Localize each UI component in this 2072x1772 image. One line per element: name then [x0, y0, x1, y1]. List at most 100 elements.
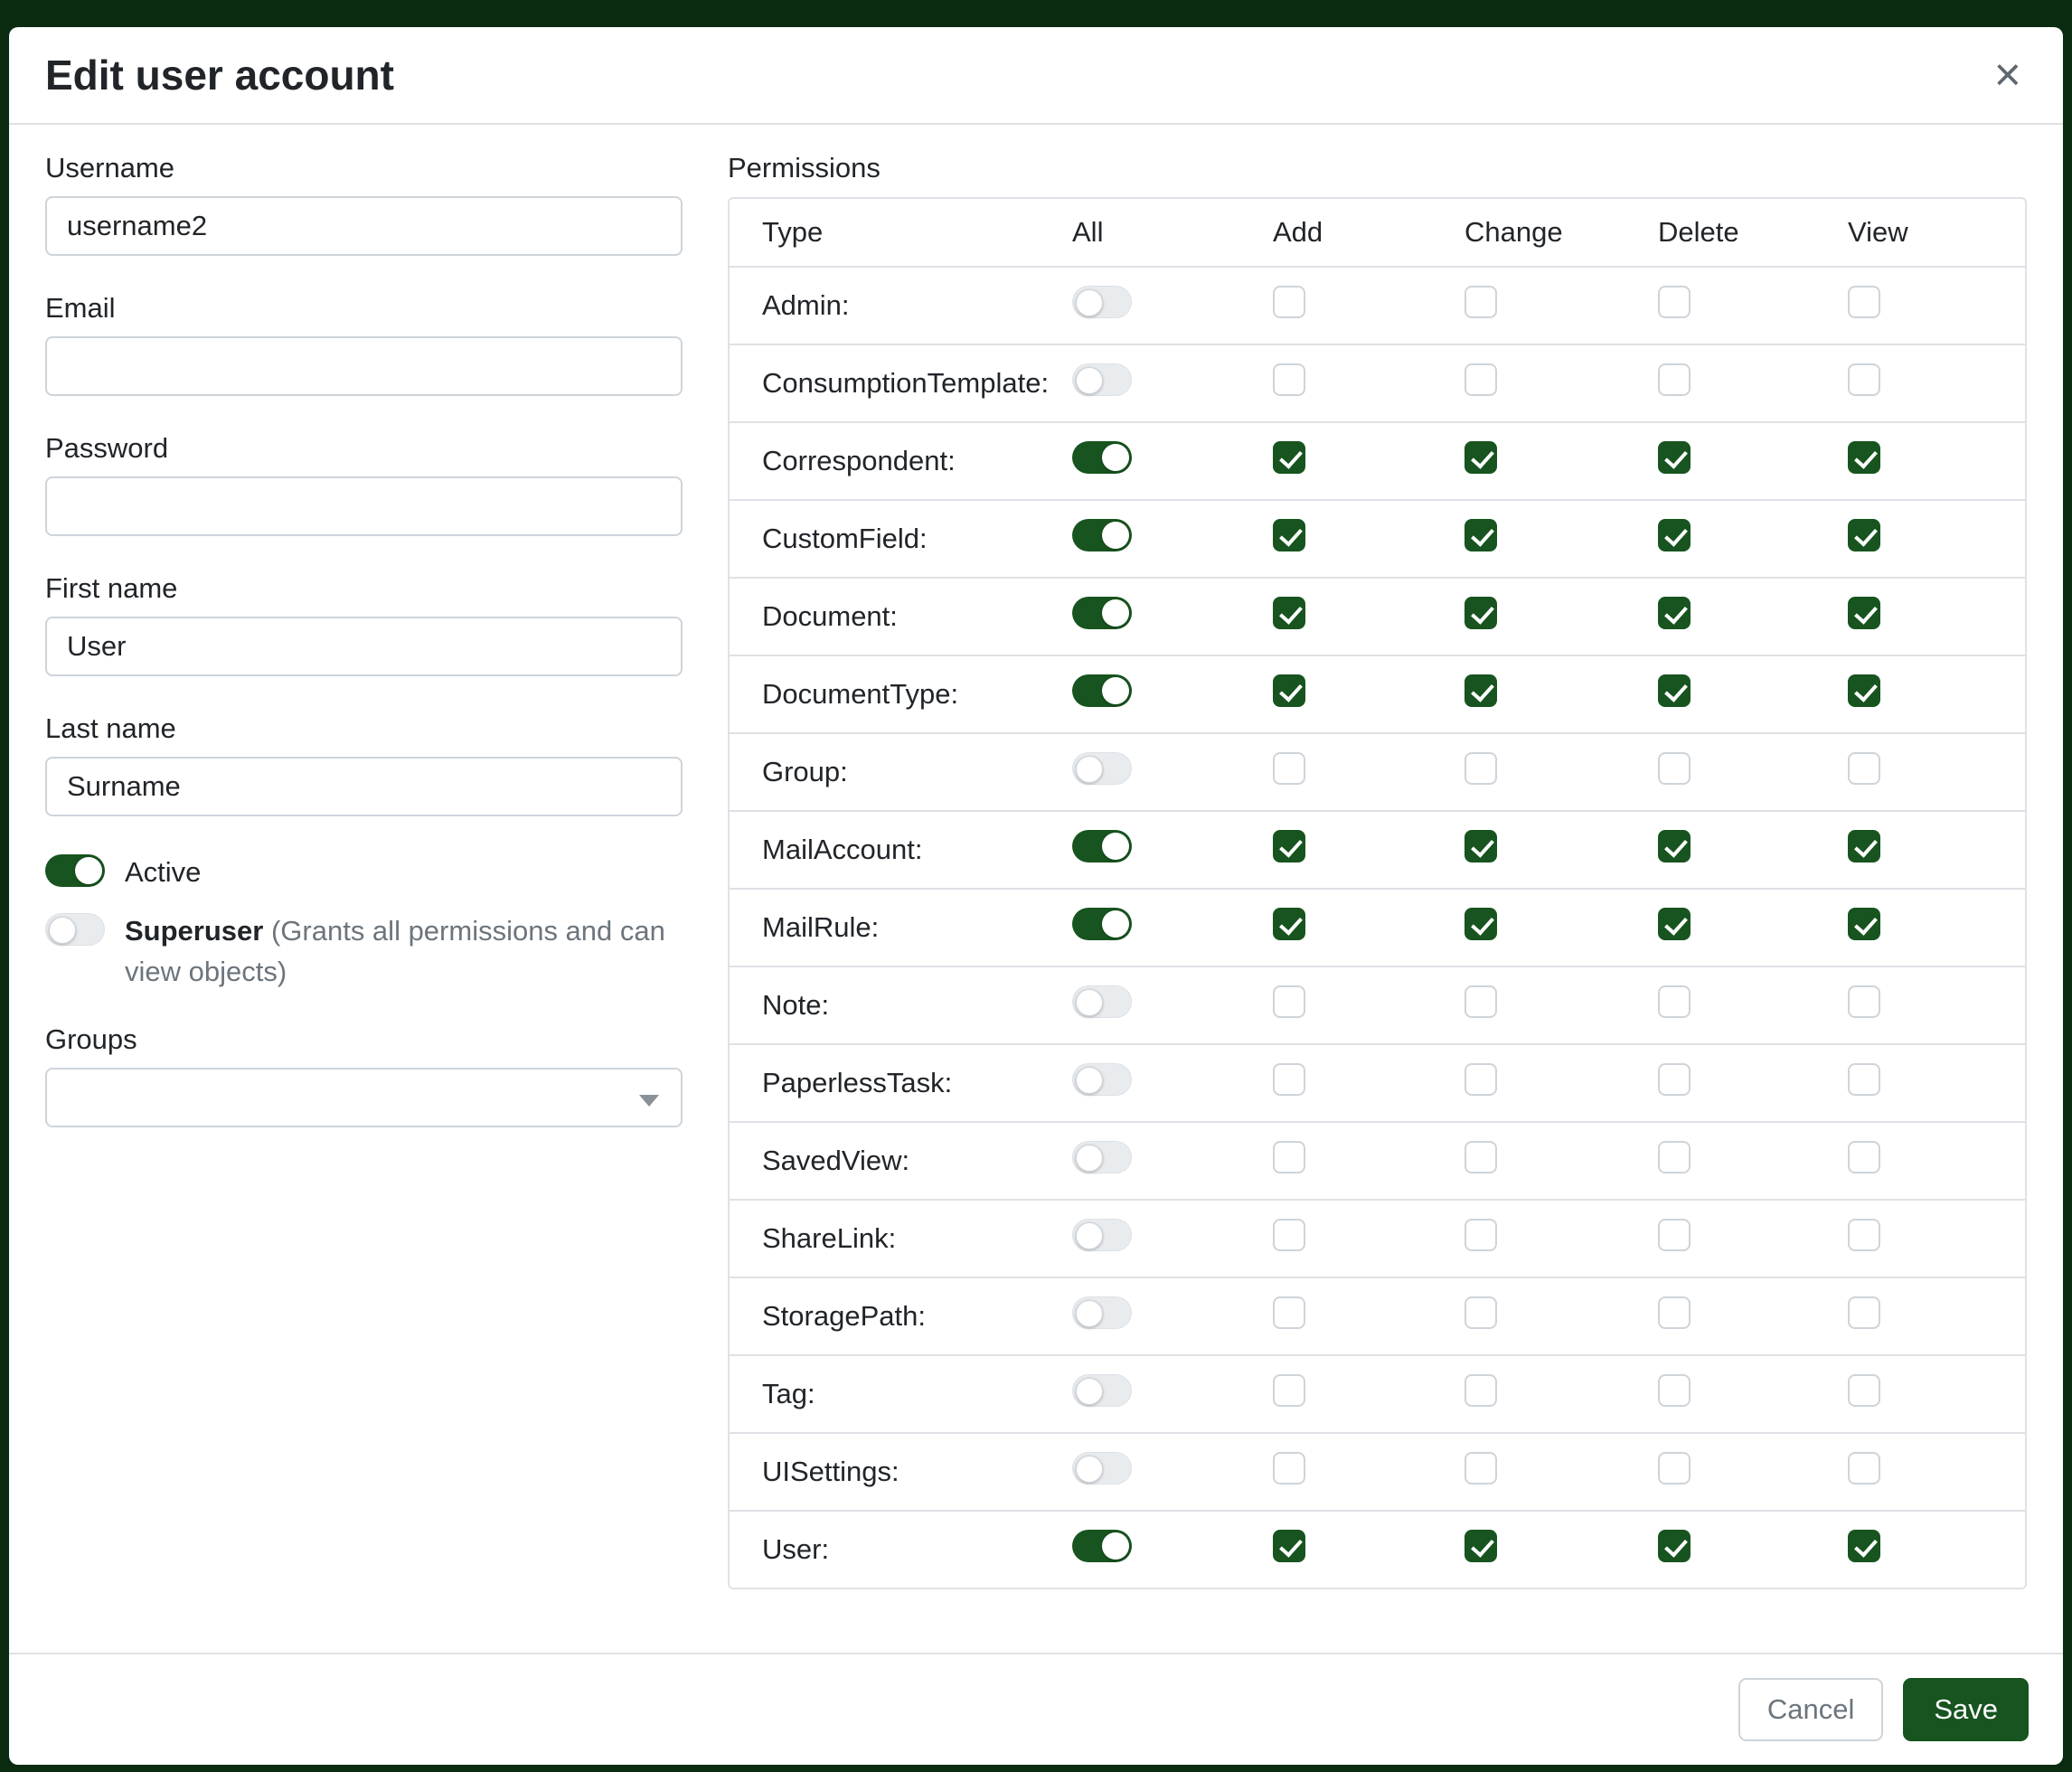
- perm-delete-checkbox[interactable]: [1658, 1374, 1691, 1407]
- perm-view-checkbox[interactable]: [1848, 830, 1880, 862]
- column-header-type: Type: [762, 216, 1072, 249]
- first-name-field[interactable]: [45, 617, 683, 676]
- perm-delete-checkbox[interactable]: [1658, 1296, 1691, 1329]
- perm-delete-checkbox[interactable]: [1658, 1219, 1691, 1251]
- perm-add-checkbox[interactable]: [1273, 985, 1305, 1018]
- perm-change-checkbox[interactable]: [1465, 363, 1497, 396]
- perm-all-toggle[interactable]: [1072, 1296, 1132, 1329]
- perm-change-checkbox[interactable]: [1465, 1063, 1497, 1096]
- perm-view-checkbox[interactable]: [1848, 1374, 1880, 1407]
- perm-view-checkbox[interactable]: [1848, 1141, 1880, 1173]
- perm-change-checkbox[interactable]: [1465, 597, 1497, 629]
- perm-all-toggle[interactable]: [1072, 363, 1132, 396]
- perm-delete-checkbox[interactable]: [1658, 1141, 1691, 1173]
- perm-view-checkbox[interactable]: [1848, 519, 1880, 551]
- perm-all-toggle[interactable]: [1072, 1063, 1132, 1096]
- close-button[interactable]: ×: [1989, 52, 2027, 99]
- email-field[interactable]: [45, 336, 683, 396]
- perm-delete-checkbox[interactable]: [1658, 674, 1691, 707]
- perm-add-checkbox[interactable]: [1273, 1219, 1305, 1251]
- perm-all-toggle[interactable]: [1072, 1219, 1132, 1251]
- perm-delete-checkbox[interactable]: [1658, 363, 1691, 396]
- perm-change-checkbox[interactable]: [1465, 1296, 1497, 1329]
- perm-add-checkbox[interactable]: [1273, 441, 1305, 474]
- perm-all-toggle[interactable]: [1072, 1530, 1132, 1562]
- perm-all-toggle[interactable]: [1072, 752, 1132, 785]
- perm-delete-checkbox[interactable]: [1658, 985, 1691, 1018]
- perm-view-checkbox[interactable]: [1848, 441, 1880, 474]
- perm-all-toggle[interactable]: [1072, 1374, 1132, 1407]
- password-field[interactable]: [45, 476, 683, 536]
- perm-add-checkbox[interactable]: [1273, 519, 1305, 551]
- perm-delete-checkbox[interactable]: [1658, 1530, 1691, 1562]
- cancel-button[interactable]: Cancel: [1738, 1678, 1884, 1741]
- perm-all-toggle[interactable]: [1072, 830, 1132, 862]
- perm-change-checkbox[interactable]: [1465, 1530, 1497, 1562]
- perm-view-checkbox[interactable]: [1848, 363, 1880, 396]
- perm-add-checkbox[interactable]: [1273, 363, 1305, 396]
- perm-view-checkbox[interactable]: [1848, 752, 1880, 785]
- perm-add-checkbox[interactable]: [1273, 908, 1305, 940]
- perm-add-checkbox[interactable]: [1273, 674, 1305, 707]
- perm-view-checkbox[interactable]: [1848, 597, 1880, 629]
- perm-delete-checkbox[interactable]: [1658, 286, 1691, 318]
- perm-add-checkbox[interactable]: [1273, 1374, 1305, 1407]
- perm-add-checkbox[interactable]: [1273, 1452, 1305, 1485]
- perm-view-checkbox[interactable]: [1848, 674, 1880, 707]
- perm-change-checkbox[interactable]: [1465, 985, 1497, 1018]
- perm-view-checkbox[interactable]: [1848, 1219, 1880, 1251]
- perm-all-toggle[interactable]: [1072, 985, 1132, 1018]
- perm-change-checkbox[interactable]: [1465, 286, 1497, 318]
- perm-change-checkbox[interactable]: [1465, 1141, 1497, 1173]
- perm-view-checkbox[interactable]: [1848, 1296, 1880, 1329]
- perm-change-checkbox[interactable]: [1465, 519, 1497, 551]
- perm-view-checkbox[interactable]: [1848, 1530, 1880, 1562]
- perm-all-toggle[interactable]: [1072, 597, 1132, 629]
- active-toggle[interactable]: [45, 854, 105, 887]
- groups-select-input[interactable]: [45, 1068, 683, 1127]
- perm-delete-checkbox[interactable]: [1658, 830, 1691, 862]
- perm-all-toggle[interactable]: [1072, 519, 1132, 551]
- permission-row: DocumentType:: [730, 655, 2025, 732]
- perm-change-checkbox[interactable]: [1465, 752, 1497, 785]
- perm-change-checkbox[interactable]: [1465, 908, 1497, 940]
- perm-add-checkbox[interactable]: [1273, 286, 1305, 318]
- save-button[interactable]: Save: [1903, 1678, 2029, 1741]
- perm-add-checkbox[interactable]: [1273, 1063, 1305, 1096]
- perm-change-checkbox[interactable]: [1465, 441, 1497, 474]
- perm-change-checkbox[interactable]: [1465, 674, 1497, 707]
- perm-view-checkbox[interactable]: [1848, 286, 1880, 318]
- perm-delete-checkbox[interactable]: [1658, 441, 1691, 474]
- perm-all-toggle[interactable]: [1072, 441, 1132, 474]
- perm-view-checkbox[interactable]: [1848, 908, 1880, 940]
- perm-change-checkbox[interactable]: [1465, 1219, 1497, 1251]
- perm-add-checkbox[interactable]: [1273, 1530, 1305, 1562]
- first-name-group: First name: [45, 572, 683, 676]
- perm-view-checkbox[interactable]: [1848, 1063, 1880, 1096]
- perm-all-toggle[interactable]: [1072, 908, 1132, 940]
- perm-add-checkbox[interactable]: [1273, 752, 1305, 785]
- perm-all-toggle[interactable]: [1072, 674, 1132, 707]
- groups-select[interactable]: [45, 1068, 683, 1127]
- perm-all-toggle[interactable]: [1072, 286, 1132, 318]
- perm-add-checkbox[interactable]: [1273, 1141, 1305, 1173]
- perm-delete-checkbox[interactable]: [1658, 752, 1691, 785]
- perm-delete-checkbox[interactable]: [1658, 597, 1691, 629]
- perm-all-toggle[interactable]: [1072, 1452, 1132, 1485]
- perm-change-checkbox[interactable]: [1465, 830, 1497, 862]
- last-name-field[interactable]: [45, 757, 683, 816]
- perm-add-checkbox[interactable]: [1273, 1296, 1305, 1329]
- superuser-toggle[interactable]: [45, 913, 105, 946]
- perm-change-checkbox[interactable]: [1465, 1374, 1497, 1407]
- perm-add-checkbox[interactable]: [1273, 597, 1305, 629]
- perm-delete-checkbox[interactable]: [1658, 1452, 1691, 1485]
- perm-delete-checkbox[interactable]: [1658, 519, 1691, 551]
- username-field[interactable]: [45, 196, 683, 256]
- perm-view-checkbox[interactable]: [1848, 1452, 1880, 1485]
- perm-add-checkbox[interactable]: [1273, 830, 1305, 862]
- perm-all-toggle[interactable]: [1072, 1141, 1132, 1173]
- perm-change-checkbox[interactable]: [1465, 1452, 1497, 1485]
- perm-delete-checkbox[interactable]: [1658, 1063, 1691, 1096]
- perm-view-checkbox[interactable]: [1848, 985, 1880, 1018]
- perm-delete-checkbox[interactable]: [1658, 908, 1691, 940]
